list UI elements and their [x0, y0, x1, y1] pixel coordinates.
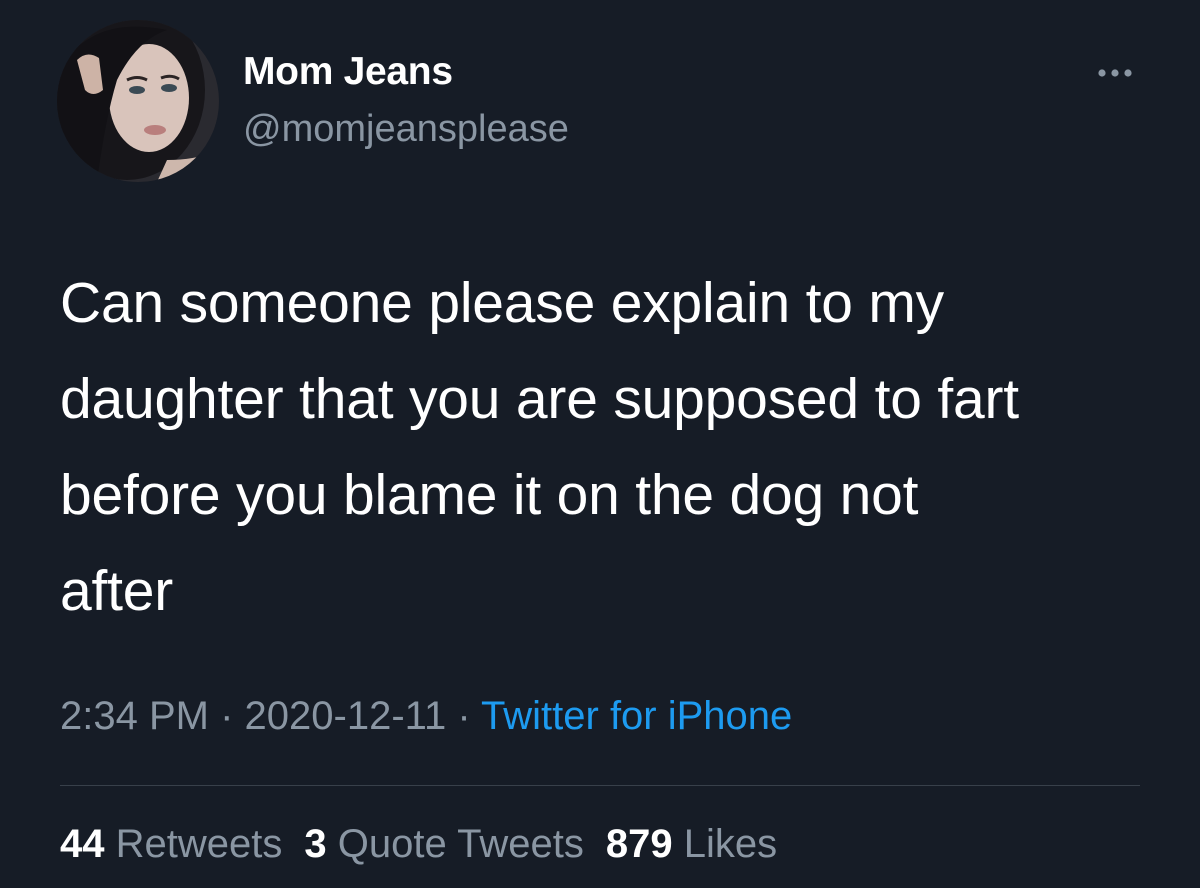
retweets-label: Retweets: [115, 822, 283, 866]
avatar[interactable]: [57, 20, 219, 182]
author-display-name[interactable]: Mom Jeans: [243, 50, 453, 94]
quote-tweets-stat[interactable]: 3 Quote Tweets: [304, 822, 583, 866]
tweet-text-line: daughter that you are supposed to fart: [60, 367, 1019, 431]
meta-separator: ·: [457, 694, 471, 738]
tweet-date[interactable]: 2020-12-11: [245, 694, 447, 738]
tweet-card: Mom Jeans @momjeansplease Can someone pl…: [0, 0, 1200, 888]
tweet-text-line: before you blame it on the dog not: [60, 463, 919, 527]
tweet-text-line: Can someone please explain to my: [60, 271, 944, 335]
tweet-time[interactable]: 2:34 PM: [60, 694, 209, 738]
tweet-meta: 2:34 PM · 2020-12-11 · Twitter for iPhon…: [60, 694, 792, 739]
more-horizontal-icon: [1098, 69, 1132, 77]
more-options-button[interactable]: [1090, 56, 1140, 90]
likes-stat[interactable]: 879 Likes: [606, 822, 777, 866]
likes-label: Likes: [683, 822, 778, 866]
retweets-stat[interactable]: 44 Retweets: [60, 822, 282, 866]
tweet-text: Can someone please explain to my daughte…: [60, 255, 1170, 639]
quote-tweets-count: 3: [304, 822, 327, 866]
tweet-source-link[interactable]: Twitter for iPhone: [481, 694, 792, 738]
meta-separator: ·: [220, 694, 234, 738]
engagement-stats: 44 Retweets 3 Quote Tweets 879 Likes: [60, 822, 799, 867]
author-handle[interactable]: @momjeansplease: [243, 108, 569, 151]
quote-tweets-label: Quote Tweets: [337, 822, 584, 866]
divider: [60, 785, 1140, 786]
avatar-image: [57, 20, 219, 182]
likes-count: 879: [605, 822, 673, 866]
retweets-count: 44: [60, 822, 105, 866]
tweet-text-line: after: [60, 559, 174, 623]
